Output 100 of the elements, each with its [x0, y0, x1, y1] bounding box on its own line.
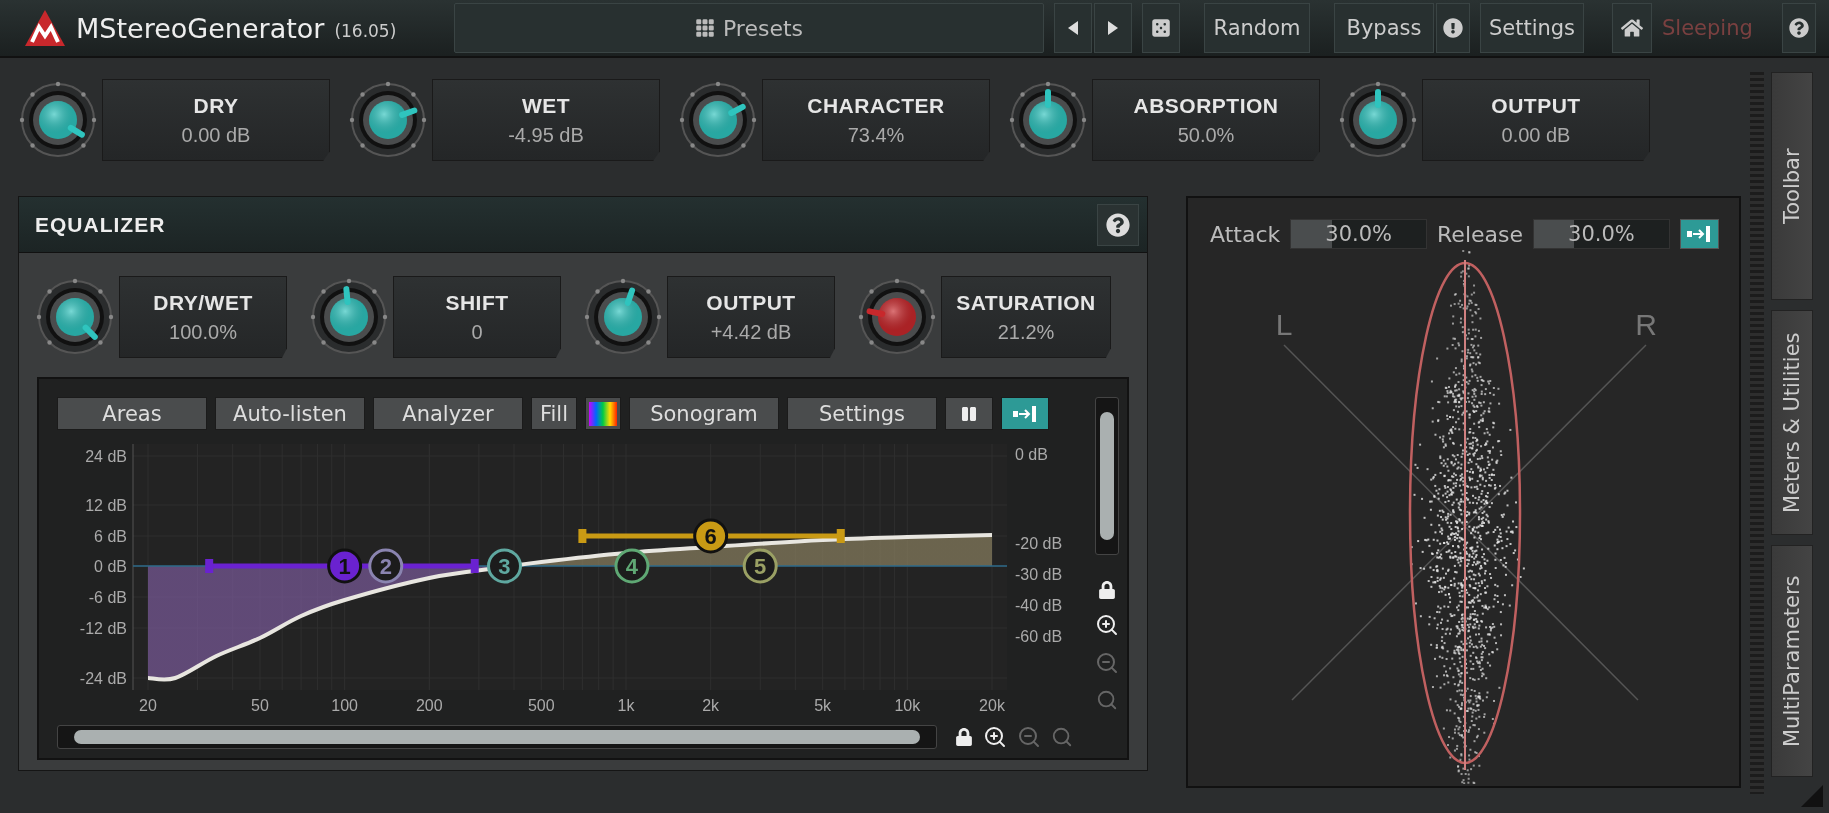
magnifier-icon[interactable] — [1051, 726, 1073, 748]
lock-icon[interactable] — [1098, 581, 1116, 599]
help-button[interactable] — [1097, 203, 1139, 246]
band-node[interactable] — [742, 548, 778, 584]
knob-value: 0.00 dB — [1501, 123, 1571, 147]
gain-label: 6 dB — [94, 528, 127, 545]
frequency-label: 200 — [416, 697, 443, 714]
zoom-out-icon[interactable] — [1017, 725, 1041, 749]
knob[interactable] — [1008, 80, 1088, 160]
logo-icon — [24, 9, 66, 47]
band-number: 3 — [498, 554, 511, 579]
knob[interactable] — [678, 80, 758, 160]
zoom-out-icon[interactable] — [1095, 651, 1119, 675]
color-scheme-button[interactable] — [585, 397, 621, 430]
gain-label: 0 dB — [94, 558, 127, 575]
left-channel-label: L — [1275, 308, 1293, 341]
gain-label: -6 dB — [88, 589, 127, 606]
knob-value: 100.0% — [169, 320, 237, 344]
presets-button[interactable]: Presets — [454, 3, 1044, 53]
help-button[interactable] — [1782, 3, 1816, 53]
knob-label: DRY/WET — [153, 290, 253, 315]
knob-label: SHIFT — [445, 290, 509, 315]
knob[interactable] — [35, 277, 115, 357]
collapse-button[interactable] — [1679, 219, 1719, 249]
knob-value: 50.0% — [1177, 123, 1235, 147]
settings-button[interactable]: Settings — [1480, 3, 1584, 53]
home-button[interactable] — [1612, 3, 1652, 53]
frequency-label: 100 — [331, 697, 358, 714]
knob[interactable] — [309, 277, 389, 357]
band-number: 6 — [704, 524, 717, 549]
knob-value: 0.00 dB — [181, 123, 251, 147]
vertical-scrollbar[interactable] — [1095, 397, 1119, 555]
knob-label: CHARACTER — [807, 93, 945, 118]
knob[interactable] — [18, 80, 98, 160]
previous-button[interactable] — [1054, 3, 1092, 53]
bypass-button[interactable]: Bypass — [1334, 3, 1434, 53]
band-number: 2 — [379, 554, 392, 579]
analyzer-level-label: -40 dB — [1015, 597, 1063, 614]
toolbar-button[interactable]: Sonogram — [629, 397, 779, 430]
next-button[interactable] — [1094, 3, 1132, 53]
horizontal-scrollbar[interactable] — [57, 725, 937, 749]
zoom-in-icon[interactable] — [1095, 613, 1119, 637]
dice-icon — [1151, 18, 1171, 38]
knob[interactable] — [1338, 80, 1418, 160]
toolbar-button[interactable]: Areas — [57, 397, 207, 430]
section-title: EQUALIZER — [35, 212, 166, 237]
knob-label: ABSORPTION — [1133, 93, 1279, 118]
right-triangle-icon — [1108, 21, 1118, 35]
knob-label: SATURATION — [956, 290, 1096, 315]
knob-label: DRY — [193, 93, 239, 118]
band-node[interactable] — [614, 548, 650, 584]
band-range-bar[interactable] — [578, 529, 845, 543]
status-label: Sleeping — [1662, 16, 1754, 40]
toolbar-button[interactable]: Analyzer — [373, 397, 523, 430]
grid-icon — [694, 18, 715, 38]
knob-value: 0 — [471, 320, 483, 344]
release-label: Release — [1437, 221, 1524, 247]
frequency-label: 500 — [527, 697, 555, 714]
help-icon — [1789, 17, 1809, 39]
side-tab[interactable]: MultiParameters — [1771, 545, 1813, 777]
knob[interactable] — [583, 277, 663, 357]
analyzer-level-label: 0 dB — [1015, 446, 1048, 463]
band-node[interactable] — [693, 518, 729, 554]
alert-button[interactable] — [1436, 3, 1470, 53]
lock-icon[interactable] — [955, 728, 973, 746]
toolbar-button[interactable]: Settings — [787, 397, 937, 430]
home-icon — [1621, 17, 1643, 39]
toolbar-button[interactable]: Fill — [531, 397, 577, 430]
knob-value: 73.4% — [847, 123, 905, 147]
release-slider[interactable]: 30.0% — [1533, 219, 1670, 249]
band-node[interactable] — [327, 548, 363, 584]
side-tab[interactable]: Toolbar — [1771, 72, 1813, 300]
side-tab[interactable]: Meters & Utilities — [1771, 310, 1813, 535]
attack-label: Attack — [1210, 221, 1281, 247]
zoom-in-icon[interactable] — [983, 725, 1007, 749]
version-label: (16.05) — [334, 21, 397, 41]
analyzer-level-label: -20 dB — [1015, 535, 1063, 552]
gain-label: 24 dB — [85, 448, 127, 465]
band-number: 5 — [754, 554, 767, 579]
pause-icon — [961, 405, 977, 422]
band-number: 4 — [625, 554, 639, 579]
frequency-label: 2k — [702, 697, 720, 714]
rainbow-icon — [589, 401, 617, 426]
magnifier-icon[interactable] — [1096, 689, 1118, 711]
gain-label: -24 dB — [79, 670, 127, 687]
knob-value: 21.2% — [997, 320, 1055, 344]
knob-label: OUTPUT — [1491, 93, 1581, 118]
frequency-label: 5k — [814, 697, 832, 714]
pause-button[interactable] — [945, 397, 993, 430]
gain-label: -12 dB — [79, 620, 127, 637]
knob[interactable] — [348, 80, 428, 160]
collapse-button[interactable] — [1001, 397, 1049, 430]
knob[interactable] — [857, 277, 937, 357]
toolbar-button[interactable]: Auto-listen — [215, 397, 365, 430]
band-node[interactable] — [368, 548, 404, 584]
frequency-label: 1k — [617, 697, 635, 714]
attack-slider[interactable]: 30.0% — [1290, 219, 1428, 249]
random-button[interactable]: Random — [1204, 3, 1310, 53]
randomize-button[interactable] — [1142, 3, 1180, 53]
plugin-title: MStereoGenerator — [76, 12, 325, 44]
